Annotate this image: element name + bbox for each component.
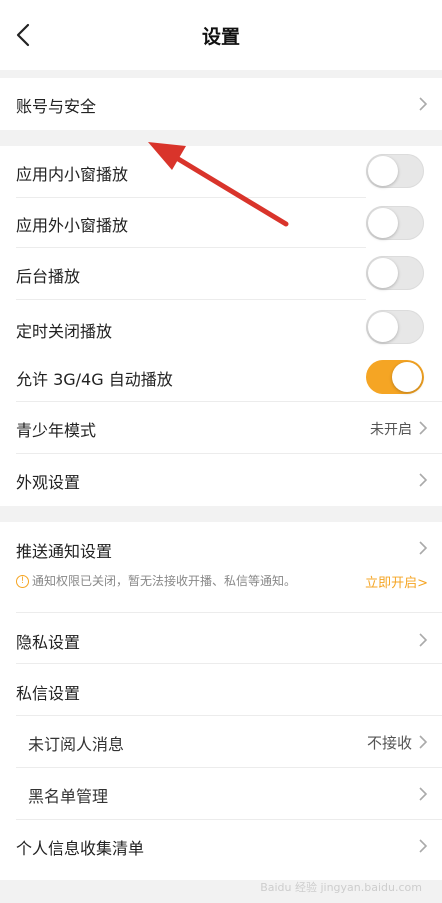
pip-out-app-label: 应用外小窗播放	[16, 216, 129, 235]
chevron-right-icon	[419, 541, 428, 555]
chevron-right-icon	[419, 735, 428, 749]
privacy-settings-row[interactable]: 隐私设置	[0, 614, 442, 664]
privacy-rows: 隐私设置 私信设置 未订阅人消息 不接收 黑名单管理 个人信息收集清单	[0, 600, 442, 880]
chevron-right-icon	[419, 787, 428, 801]
push-settings-label: 推送通知设置	[16, 542, 113, 561]
toggle-knob	[368, 208, 398, 238]
blacklist-label: 黑名单管理	[28, 787, 109, 806]
account-security-label: 账号与安全	[16, 97, 97, 116]
divider	[16, 612, 442, 613]
background-play-toggle[interactable]	[366, 256, 424, 290]
playback-group: 应用内小窗播放 应用外小窗播放 后台播放 定时关闭播放 允许 3G/4G 自动播…	[0, 146, 442, 506]
dm-settings-label: 私信设置	[16, 684, 81, 703]
pip-in-app-toggle[interactable]	[366, 154, 424, 188]
autoplay-3g4g-label: 允许 3G/4G 自动播放	[16, 370, 173, 389]
chevron-right-icon	[419, 473, 428, 487]
personal-info-list-row[interactable]: 个人信息收集清单	[0, 820, 442, 872]
autoplay-3g4g-row: 允许 3G/4G 自动播放	[0, 352, 442, 402]
enable-now-link[interactable]: 立即开启>	[365, 572, 428, 591]
toggle-knob	[368, 156, 398, 186]
teen-mode-value: 未开启	[370, 422, 412, 438]
privacy-settings-label: 隐私设置	[16, 633, 81, 652]
page-title: 设置	[201, 26, 240, 48]
chevron-right-icon	[419, 97, 428, 111]
blacklist-row[interactable]: 黑名单管理	[0, 768, 442, 820]
watermark: Baidu 经验 jingyan.baidu.com	[260, 881, 422, 894]
personal-info-list-label: 个人信息收集清单	[16, 839, 145, 858]
autoplay-3g4g-toggle[interactable]	[366, 360, 424, 394]
chevron-right-icon	[419, 421, 428, 435]
toggle-knob	[392, 362, 422, 392]
toggle-knob	[368, 312, 398, 342]
background-play-label: 后台播放	[16, 267, 81, 286]
teen-mode-row[interactable]: 青少年模式 未开启	[0, 402, 442, 454]
account-group: 账号与安全	[0, 78, 442, 130]
pip-out-app-row: 应用外小窗播放	[0, 198, 442, 248]
toggle-knob	[368, 258, 398, 288]
dm-settings-row: 私信设置	[0, 664, 442, 716]
teen-mode-label: 青少年模式	[16, 421, 97, 440]
chevron-right-icon	[419, 633, 428, 647]
push-settings-row[interactable]: 推送通知设置	[0, 522, 442, 568]
info-icon: !	[16, 575, 29, 588]
pip-in-app-row: 应用内小窗播放	[0, 146, 442, 198]
appearance-row[interactable]: 外观设置	[0, 454, 442, 506]
account-security-row[interactable]: 账号与安全	[0, 78, 442, 130]
chevron-right-icon	[419, 839, 428, 853]
push-permission-notice-text: 通知权限已关闭，暂无法接收开播、私信等通知。	[32, 574, 297, 588]
background-play-row: 后台播放	[0, 248, 442, 300]
unsubscribed-messages-value: 不接收	[366, 734, 412, 752]
appearance-label: 外观设置	[16, 473, 81, 492]
timer-close-toggle[interactable]	[366, 310, 424, 344]
timer-close-row: 定时关闭播放	[0, 300, 442, 352]
top-nav-bar: 设置	[0, 0, 442, 70]
timer-close-label: 定时关闭播放	[16, 322, 113, 341]
unsubscribed-messages-row[interactable]: 未订阅人消息 不接收	[0, 716, 442, 768]
pip-out-app-toggle[interactable]	[366, 206, 424, 240]
unsubscribed-messages-label: 未订阅人消息	[28, 735, 125, 754]
push-permission-notice: ! 通知权限已关闭，暂无法接收开播、私信等通知。	[16, 572, 296, 589]
pip-in-app-label: 应用内小窗播放	[16, 165, 129, 184]
